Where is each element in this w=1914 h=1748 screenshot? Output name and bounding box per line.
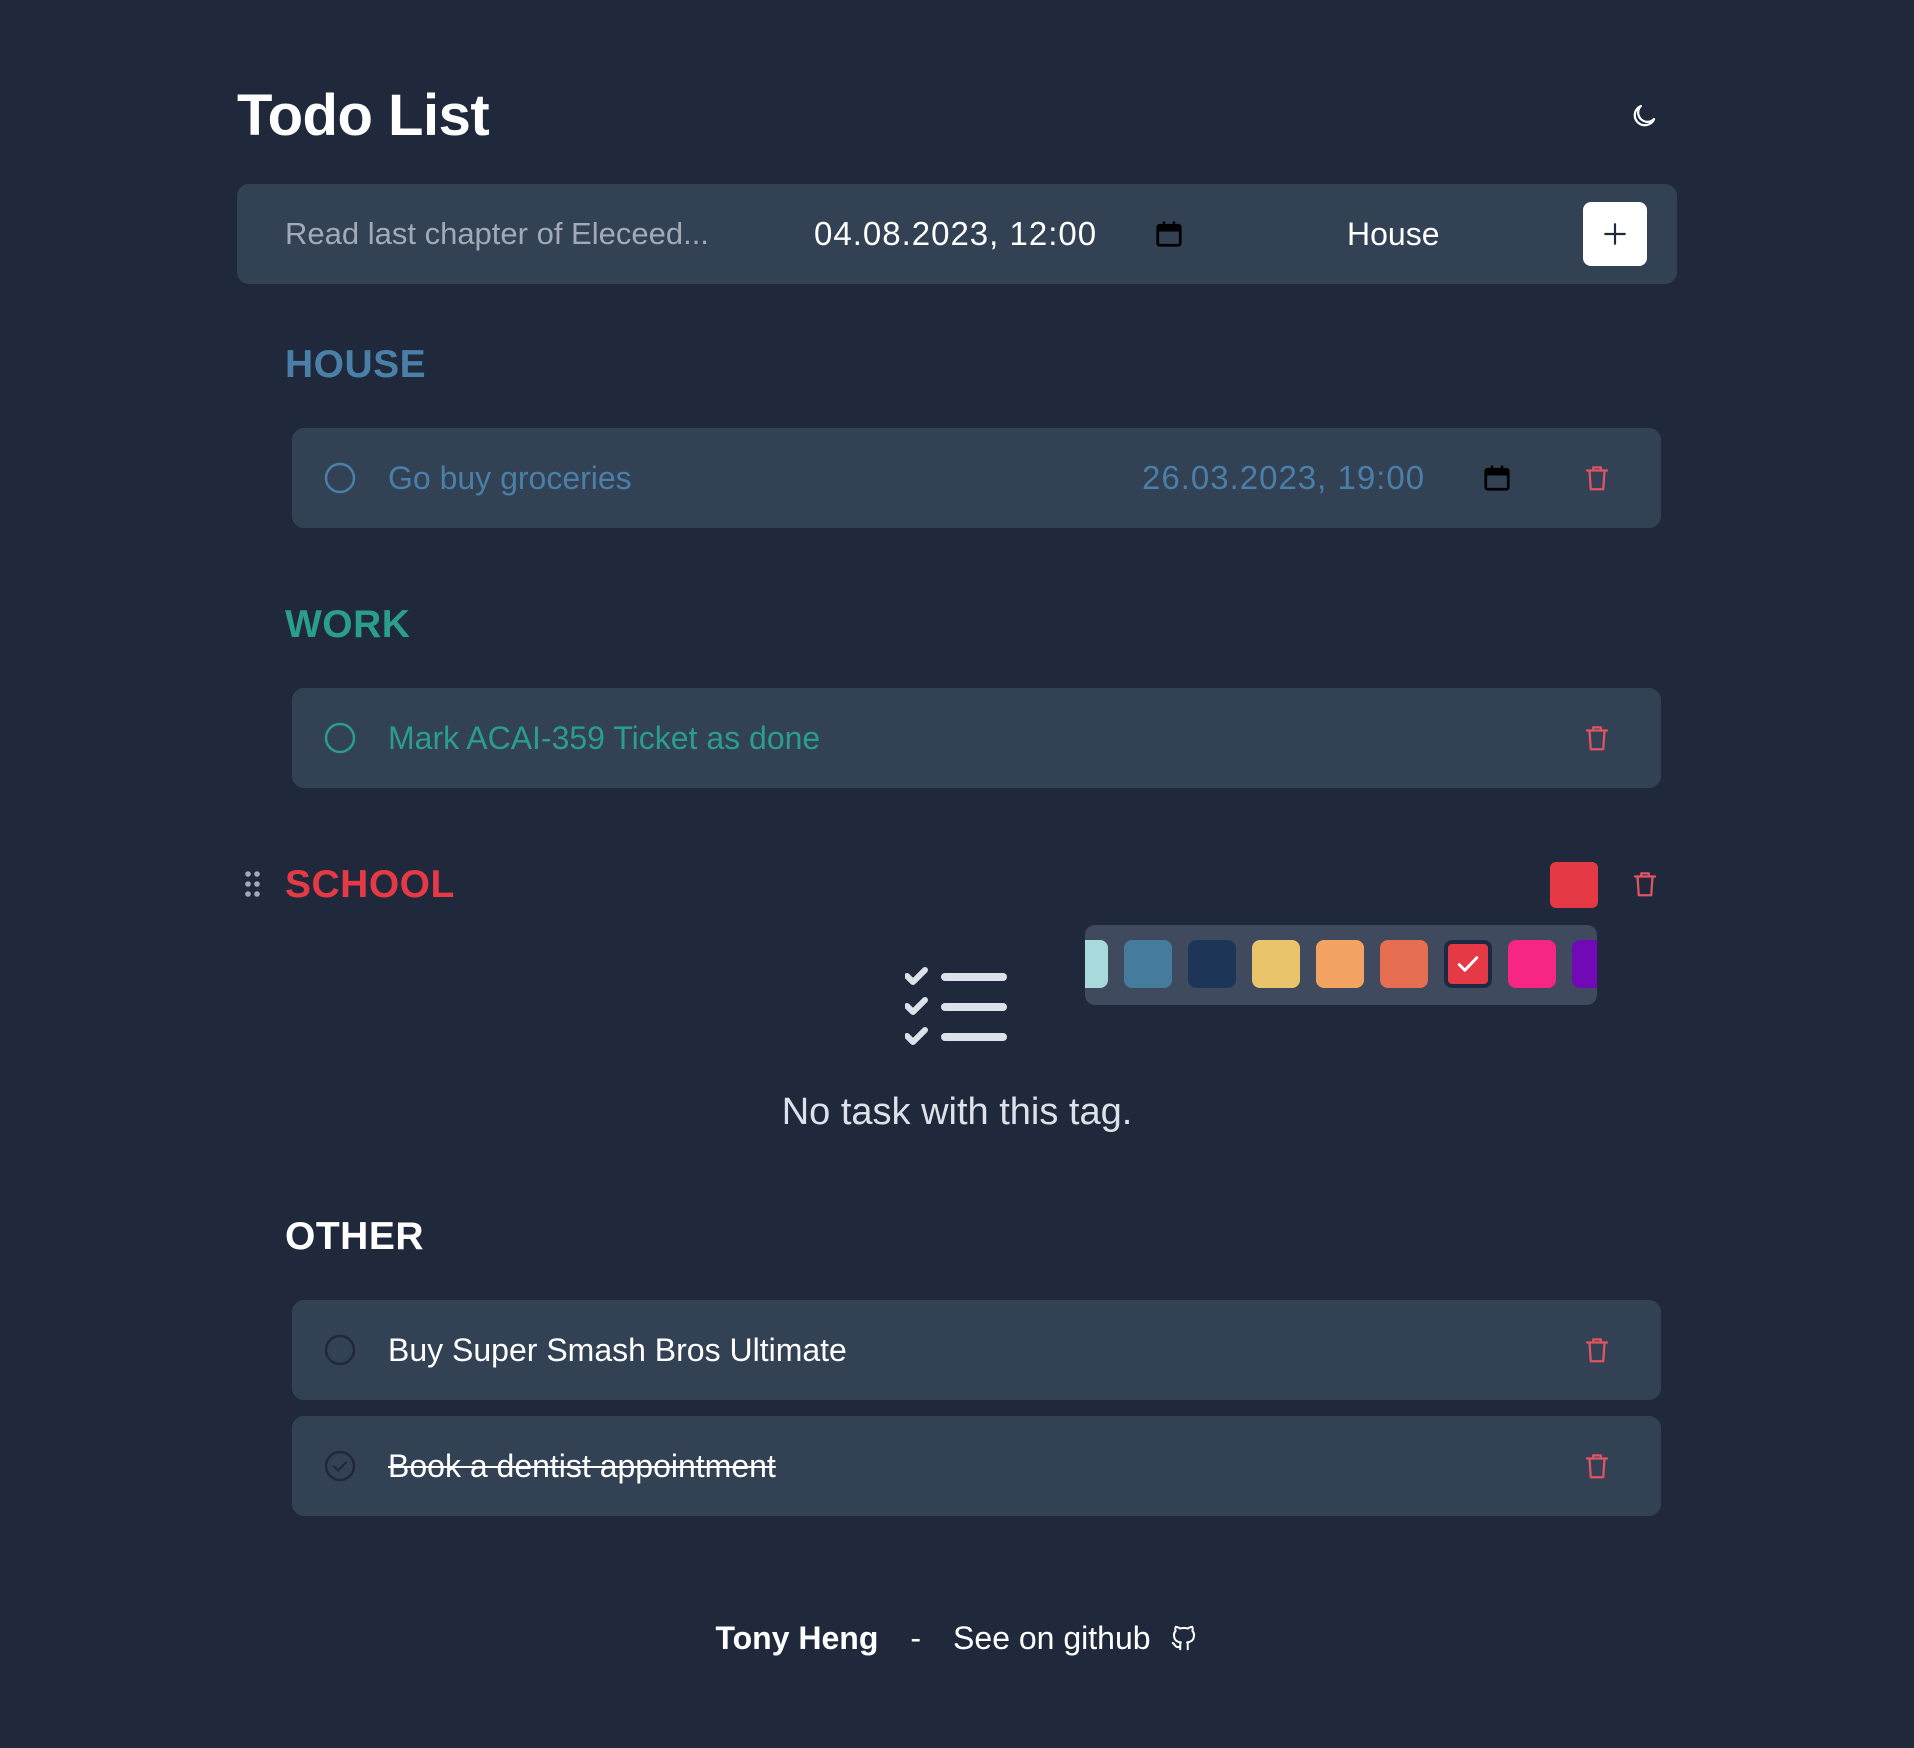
tag-select[interactable]: House (1347, 210, 1440, 258)
trash-icon[interactable] (1582, 1334, 1612, 1366)
date-input[interactable]: 04.08.2023, 12:00 (814, 210, 1097, 258)
github-icon (1171, 1625, 1195, 1651)
add-task-button[interactable] (1583, 202, 1647, 266)
color-swatch[interactable] (1188, 940, 1236, 988)
task-item-completed: Book a dentist appointment (292, 1416, 1661, 1516)
task-item: Go buy groceries 26.03.2023, 19:00 (292, 428, 1661, 528)
footer-separator: - (910, 1620, 922, 1656)
task-item: Buy Super Smash Bros Ultimate (292, 1300, 1661, 1400)
checkbox-circle-icon[interactable] (324, 722, 356, 754)
color-swatch[interactable] (1508, 940, 1556, 988)
task-item: Mark ACAI-359 Ticket as done (292, 688, 1661, 788)
github-link[interactable]: See on github (953, 1614, 1199, 1662)
checked-circle-icon[interactable] (324, 1450, 356, 1482)
task-input[interactable]: Read last chapter of Eleceed... (285, 210, 755, 258)
drag-handle-icon[interactable] (244, 868, 262, 900)
color-swatch[interactable] (1252, 940, 1300, 988)
checkbox-circle-icon[interactable] (324, 462, 356, 494)
trash-icon[interactable] (1630, 868, 1660, 900)
color-swatch[interactable] (1380, 940, 1428, 988)
check-icon (1457, 956, 1479, 972)
color-swatch[interactable] (1316, 940, 1364, 988)
github-link-label: See on github (953, 1620, 1151, 1656)
calendar-icon[interactable] (1154, 218, 1184, 250)
checkbox-circle-icon[interactable] (324, 1334, 356, 1366)
section-title-work: WORK (285, 603, 411, 646)
color-picker-popover (1085, 925, 1597, 1005)
checklist-icon (905, 967, 1007, 1045)
section-title-other: OTHER (285, 1215, 424, 1258)
footer: Tony Heng - See on github (0, 1614, 1914, 1662)
empty-state-text: No task with this tag. (781, 1091, 1133, 1133)
author-name: Tony Heng (715, 1620, 879, 1656)
task-label[interactable]: Go buy groceries (388, 454, 632, 502)
color-swatch[interactable] (1085, 940, 1108, 988)
task-due-date[interactable]: 26.03.2023, 19:00 (1142, 454, 1425, 502)
page-title: Todo List (237, 83, 490, 148)
plus-icon (1604, 223, 1626, 245)
task-label[interactable]: Mark ACAI-359 Ticket as done (388, 714, 820, 762)
task-label[interactable]: Book a dentist appointment (388, 1442, 776, 1490)
color-swatch-selected[interactable] (1444, 940, 1492, 988)
trash-icon[interactable] (1582, 722, 1612, 754)
trash-icon[interactable] (1582, 462, 1612, 494)
calendar-icon[interactable] (1482, 462, 1512, 494)
section-title-school: SCHOOL (285, 863, 455, 906)
theme-toggle-button[interactable] (1628, 98, 1660, 134)
tag-color-button[interactable] (1550, 862, 1598, 908)
color-swatch[interactable] (1124, 940, 1172, 988)
section-title-house: HOUSE (285, 343, 427, 386)
color-swatch[interactable] (1572, 940, 1597, 988)
add-task-bar: Read last chapter of Eleceed... 04.08.20… (237, 184, 1677, 284)
trash-icon[interactable] (1582, 1450, 1612, 1482)
moon-icon (1633, 104, 1656, 127)
task-label[interactable]: Buy Super Smash Bros Ultimate (388, 1326, 847, 1374)
todo-app: Todo List Read last chapter of Eleceed..… (0, 0, 1914, 1748)
